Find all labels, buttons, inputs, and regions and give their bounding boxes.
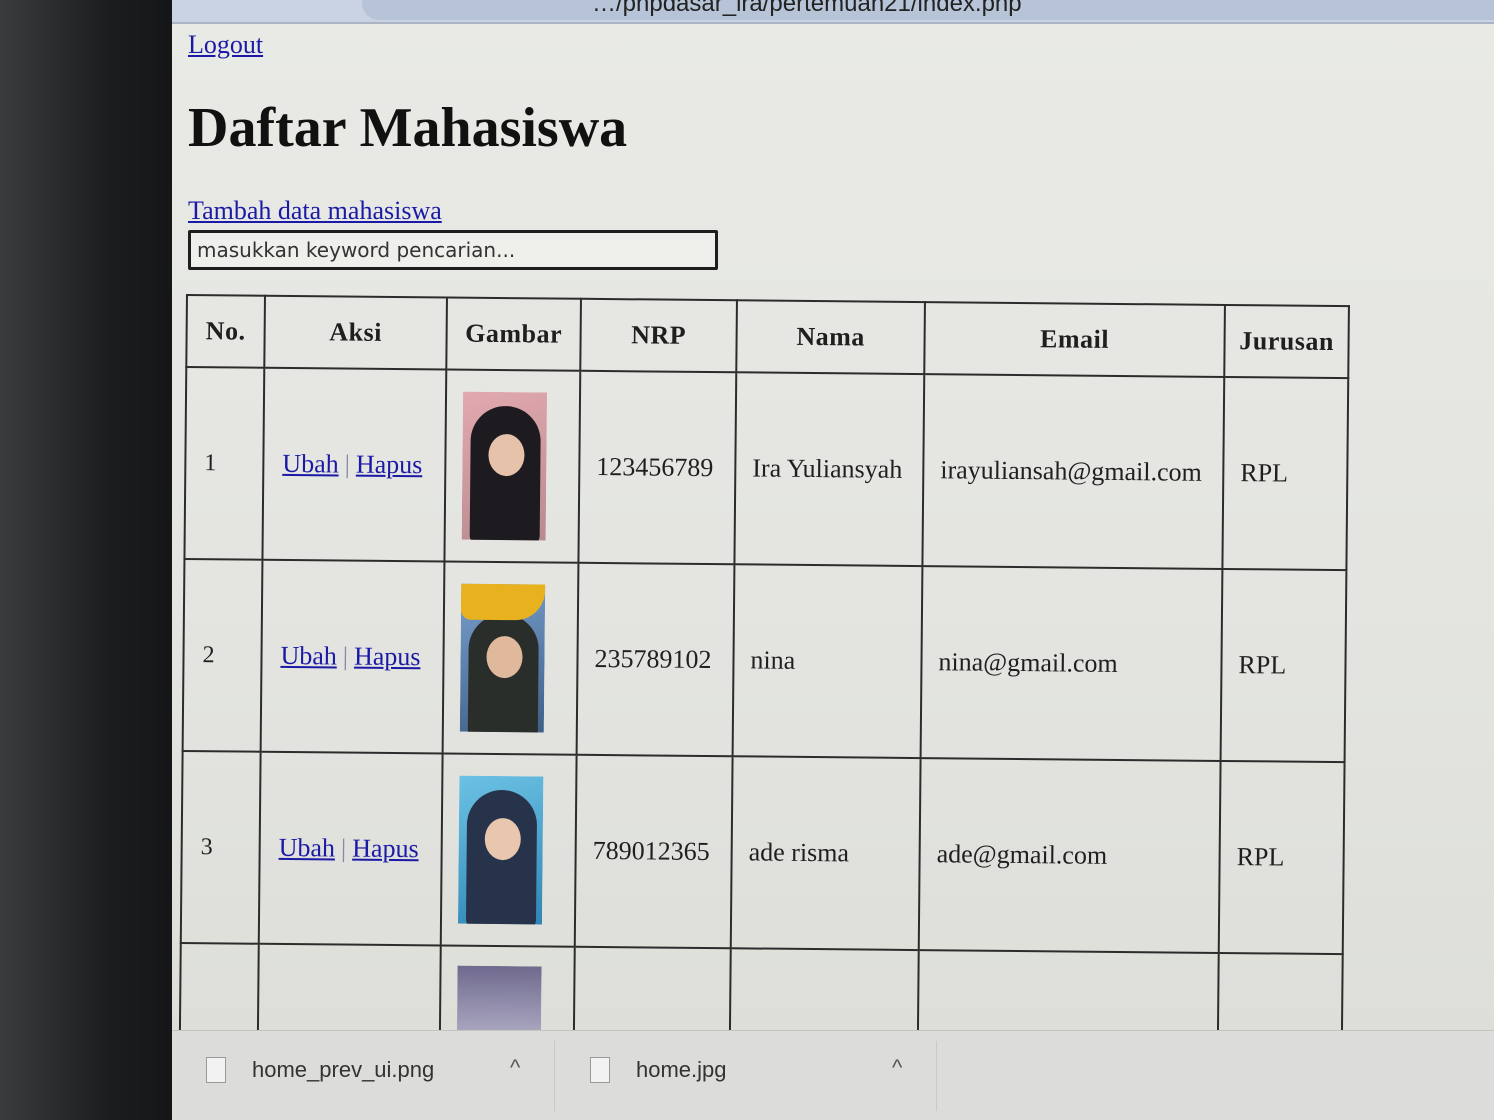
- delete-link[interactable]: Hapus: [354, 642, 421, 672]
- row-nama: ade risma: [730, 756, 921, 951]
- image-file-icon: [590, 1057, 610, 1083]
- student-photo: [457, 775, 544, 925]
- download-filename: home.jpg: [636, 1057, 727, 1082]
- action-separator: |: [340, 833, 347, 863]
- edit-link[interactable]: Ubah: [280, 641, 337, 671]
- address-bar-url[interactable]: …/phpdasar_ira/pertemuan21/index.php: [592, 0, 1022, 18]
- logout-link[interactable]: Logout: [188, 30, 263, 60]
- column-header-nrp: NRP: [580, 298, 737, 373]
- column-header-nama: Nama: [736, 300, 925, 375]
- download-item[interactable]: home.jpg ^: [590, 1053, 930, 1099]
- row-nrp: 235789102: [576, 562, 735, 757]
- search-input[interactable]: [188, 230, 718, 270]
- chevron-up-icon[interactable]: ^: [510, 1055, 520, 1081]
- student-table-wrapper: No. Aksi Gambar NRP Nama Email Jurusan 1…: [178, 294, 1356, 1060]
- action-separator: |: [342, 641, 349, 671]
- row-jurusan: RPL: [1220, 568, 1347, 763]
- chevron-up-icon[interactable]: ^: [892, 1055, 902, 1081]
- image-file-icon: [206, 1057, 226, 1083]
- row-email: nina@gmail.com: [920, 566, 1223, 761]
- row-number: 1: [184, 367, 265, 560]
- download-item[interactable]: home_prev_ui.png ^: [206, 1053, 546, 1099]
- column-header-gambar: Gambar: [446, 297, 581, 371]
- download-divider: [936, 1041, 937, 1111]
- row-nama: nina: [732, 564, 923, 759]
- student-table: No. Aksi Gambar NRP Nama Email Jurusan 1…: [178, 294, 1350, 1060]
- address-bar[interactable]: …/phpdasar_ira/pertemuan21/index.php: [172, 0, 1494, 22]
- row-nrp: 789012365: [574, 754, 733, 949]
- row-photo-cell: [442, 561, 579, 755]
- row-email: irayuliansah@gmail.com: [922, 374, 1225, 569]
- row-actions: Ubah | Hapus: [260, 559, 445, 754]
- table-row: 1 Ubah | Hapus 123456789 Ira Yuliansyah ir…: [184, 367, 1349, 571]
- row-email: ade@gmail.com: [918, 758, 1221, 953]
- student-photo: [456, 965, 542, 1033]
- table-row: 3 Ubah | Hapus 789012365 ade risma ade@gma…: [180, 750, 1345, 955]
- column-header-email: Email: [924, 302, 1225, 377]
- row-actions: Ubah | Hapus: [258, 751, 443, 946]
- address-bar-divider: [172, 22, 1494, 24]
- row-number: 3: [180, 750, 261, 944]
- download-filename: home_prev_ui.png: [252, 1057, 435, 1082]
- row-number: 2: [182, 558, 263, 752]
- action-separator: |: [344, 449, 351, 479]
- row-jurusan: RPL: [1218, 760, 1345, 955]
- monitor-bezel: [0, 0, 178, 1120]
- table-header-row: No. Aksi Gambar NRP Nama Email Jurusan: [186, 295, 1349, 379]
- row-nama: Ira Yuliansyah: [734, 372, 925, 567]
- add-student-link[interactable]: Tambah data mahasiswa: [188, 196, 442, 226]
- student-photo: [461, 391, 548, 541]
- edit-link[interactable]: Ubah: [282, 449, 339, 479]
- edit-link[interactable]: Ubah: [279, 833, 336, 863]
- download-divider: [554, 1041, 555, 1111]
- page-title: Daftar Mahasiswa: [188, 97, 628, 159]
- delete-link[interactable]: Hapus: [356, 450, 423, 480]
- row-photo-cell: [444, 369, 581, 563]
- delete-link[interactable]: Hapus: [352, 834, 419, 864]
- row-actions: Ubah | Hapus: [262, 367, 447, 562]
- student-photo: [459, 583, 546, 733]
- row-nrp: 123456789: [578, 370, 737, 565]
- column-header-aksi: Aksi: [264, 295, 447, 370]
- column-header-no: No.: [186, 295, 265, 368]
- row-photo-cell: [440, 753, 577, 947]
- row-jurusan: RPL: [1222, 376, 1349, 571]
- table-row: 2 Ubah | Hapus 235789102 nina nina@gmail…: [182, 558, 1347, 763]
- browser-viewport: …/phpdasar_ira/pertemuan21/index.php Log…: [172, 0, 1494, 1120]
- download-bar: home_prev_ui.png ^ home.jpg ^: [172, 1030, 1494, 1120]
- column-header-jurusan: Jurusan: [1224, 304, 1349, 379]
